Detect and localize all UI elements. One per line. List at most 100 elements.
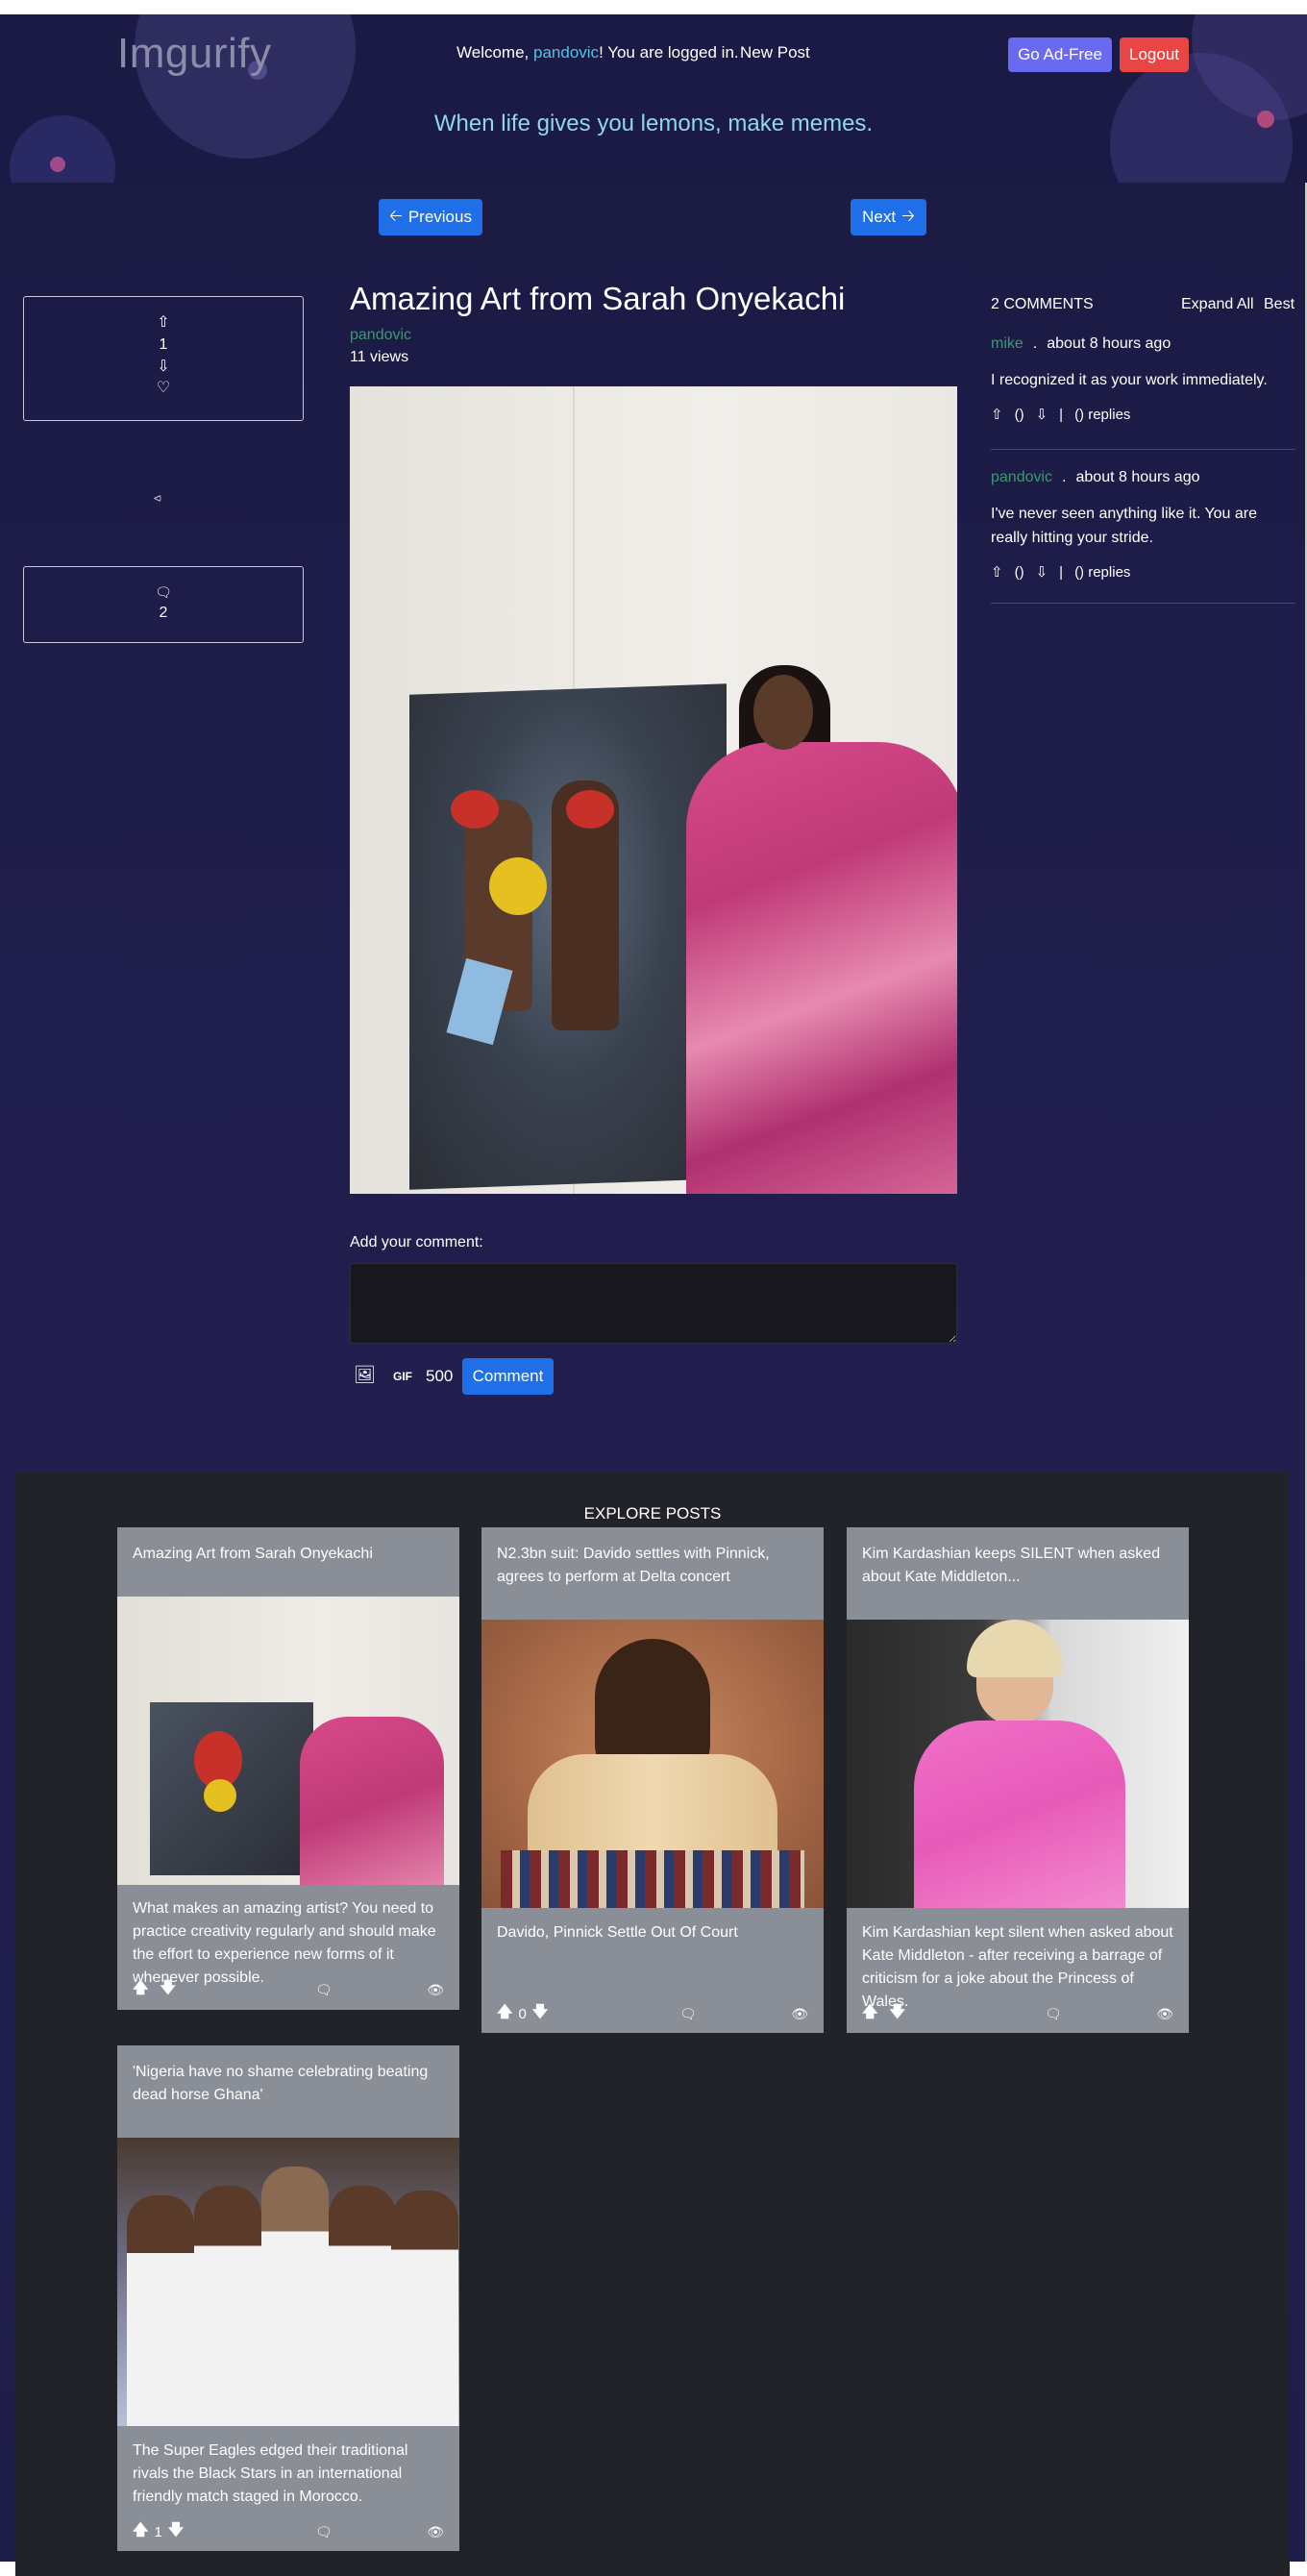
comment-text: I recognized it as your work immediately… (991, 372, 1268, 388)
expand-all-button[interactable]: Expand All (1181, 296, 1254, 313)
downvote-icon[interactable]: ⇩ (1036, 406, 1048, 423)
player (127, 2195, 194, 2426)
comment-input[interactable] (350, 1263, 957, 1344)
card-title[interactable]: Kim Kardashian keeps SILENT when asked a… (862, 1543, 1173, 1589)
explore-title: EXPLORE POSTS (583, 1504, 722, 1523)
add-comment-label: Add your comment: (350, 1234, 483, 1251)
submit-comment-button[interactable]: Comment (462, 1358, 554, 1395)
post-author-link[interactable]: pandovic (350, 327, 411, 344)
card-stats: 🡅 1 🡇 🗨 👁 (133, 2519, 444, 2545)
player (329, 2186, 396, 2426)
card-image[interactable] (117, 1597, 459, 1885)
arrow-right-icon: 🡢 (901, 206, 915, 225)
logout-button[interactable]: Logout (1120, 37, 1189, 72)
card-image[interactable] (481, 1620, 824, 1908)
replies-link[interactable]: () replies (1074, 407, 1130, 423)
comment-text: I've never seen anything like it. You ar… (991, 506, 1258, 546)
card-stats: 🡅 🡇 🗨 👁 (133, 1977, 444, 2003)
card-title[interactable]: N2.3bn suit: Davido settles with Pinnick… (497, 1543, 808, 1589)
card-description: What makes an amazing artist? You need t… (133, 1900, 436, 1986)
comment-time: about 8 hours ago (1075, 469, 1200, 485)
heart-icon[interactable]: ♡ (157, 378, 170, 399)
artist-dress (300, 1717, 444, 1885)
arrow-down-icon[interactable]: 🡇 (168, 2519, 184, 2545)
card-score: 1 (154, 2524, 162, 2540)
card-stats: 🡅 🡇 🗨 👁 (862, 2001, 1173, 2027)
share-icon[interactable]: ⪦ (154, 489, 161, 506)
vote-panel: ⇧ 1 ⇩ ♡ (23, 296, 304, 421)
comment-actions: ⇧ () ⇩ | () replies (991, 406, 1295, 424)
comment-author-link[interactable]: mike (991, 335, 1023, 352)
comment-bubble-icon[interactable]: 🗨 (679, 2006, 697, 2022)
next-button[interactable]: Next 🡢 (851, 199, 926, 235)
explore-card[interactable]: 'Nigeria have no shame celebrating beati… (117, 2045, 459, 2551)
comment-meta: pandovic. about 8 hours ago (991, 466, 1295, 489)
tagline: When life gives you lemons, make memes. (433, 111, 874, 136)
username-link[interactable]: pandovic (533, 43, 599, 62)
comment-author-link[interactable]: pandovic (991, 469, 1052, 485)
upvote-icon[interactable]: ⇧ (991, 563, 1003, 581)
post-title: Amazing Art from Sarah Onyekachi (350, 281, 846, 316)
arrow-up-icon[interactable]: 🡅 (133, 1977, 148, 2003)
striped-trousers (501, 1850, 804, 1908)
comment-time: about 8 hours ago (1047, 335, 1171, 352)
comment-bubble-icon[interactable]: 🗨 (315, 1982, 333, 1998)
gif-button[interactable]: GIF (393, 1370, 412, 1383)
explore-card[interactable]: Amazing Art from Sarah Onyekachi What ma… (117, 1527, 459, 2010)
post-image[interactable] (350, 386, 957, 1194)
comments-header: 2 COMMENTS (991, 296, 1094, 312)
card-score: 0 (518, 2006, 527, 2022)
actions-divider: | (1059, 406, 1064, 423)
arrow-down-icon[interactable]: 🡇 (160, 1977, 175, 2003)
welcome-message: Welcome, pandovic! You are logged in. (456, 43, 739, 62)
eye-icon: 👁 (1156, 2006, 1173, 2021)
card-image[interactable] (117, 2138, 459, 2426)
new-post-link[interactable]: New Post (740, 43, 810, 62)
player (391, 2191, 458, 2426)
speech-bubble-icon: 🗨 (155, 584, 172, 600)
card-description: Davido, Pinnick Settle Out Of Court (497, 1924, 738, 1941)
welcome-prefix: Welcome, (456, 43, 530, 62)
arrow-left-icon: 🡠 (389, 206, 403, 225)
card-title[interactable]: 'Nigeria have no shame celebrating beati… (133, 2061, 444, 2107)
arrow-up-icon[interactable]: 🡅 (862, 2001, 877, 2027)
post-views: 11 views (350, 349, 409, 365)
upvote-icon[interactable]: ⇧ (157, 312, 169, 334)
arrow-up-icon[interactable]: 🡅 (133, 2519, 148, 2545)
card-description: Kim Kardashian kept silent when asked ab… (862, 1924, 1173, 2010)
meta-separator: . (1032, 335, 1038, 352)
card-image[interactable] (847, 1620, 1189, 1908)
eye-icon: 👁 (427, 1982, 444, 1997)
actions-divider: | (1059, 563, 1064, 581)
card-title[interactable]: Amazing Art from Sarah Onyekachi (133, 1543, 444, 1566)
card-description: The Super Eagles edged their traditional… (133, 2442, 408, 2505)
image-icon[interactable]: 🖼 (354, 1365, 376, 1385)
comment-count-panel[interactable]: 🗨 2 (23, 566, 304, 643)
arrow-down-icon[interactable]: 🡇 (889, 2001, 904, 2027)
comment-item: pandovic. about 8 hours ago I've never se… (991, 466, 1295, 604)
painting-detail (566, 790, 614, 829)
explore-section: EXPLORE POSTS Amazing Art from Sarah Ony… (15, 1472, 1290, 2576)
downvote-icon[interactable]: ⇩ (1036, 563, 1048, 581)
explore-card[interactable]: Kim Kardashian keeps SILENT when asked a… (847, 1527, 1189, 2033)
go-ad-free-button[interactable]: Go Ad-Free (1008, 37, 1112, 72)
artist-dress (686, 742, 957, 1194)
sort-best-button[interactable]: Best (1264, 296, 1295, 313)
comment-bubble-icon[interactable]: 🗨 (315, 2524, 333, 2540)
replies-link[interactable]: () replies (1074, 564, 1130, 581)
upvote-icon[interactable]: ⇧ (991, 406, 1003, 423)
site-logo[interactable]: Imgurify (117, 30, 271, 78)
downvote-icon[interactable]: ⇩ (157, 357, 169, 378)
previous-label: Previous (407, 208, 472, 226)
decor-dot (50, 157, 65, 172)
explore-card[interactable]: N2.3bn suit: Davido settles with Pinnick… (481, 1527, 824, 2033)
comment-upvote-count: () (1014, 563, 1024, 581)
character-limit: 500 (426, 1367, 454, 1385)
comment-bubble-icon[interactable]: 🗨 (1045, 2006, 1062, 2022)
arrow-up-icon[interactable]: 🡅 (497, 2001, 512, 2027)
painting-detail (451, 790, 499, 829)
previous-button[interactable]: 🡠 Previous (379, 199, 482, 235)
arrow-down-icon[interactable]: 🡇 (532, 2001, 548, 2027)
comment-item: mike. about 8 hours ago I recognized it a… (991, 333, 1295, 450)
page: Imgurify Welcome, pandovic! You are logg… (0, 14, 1307, 2576)
